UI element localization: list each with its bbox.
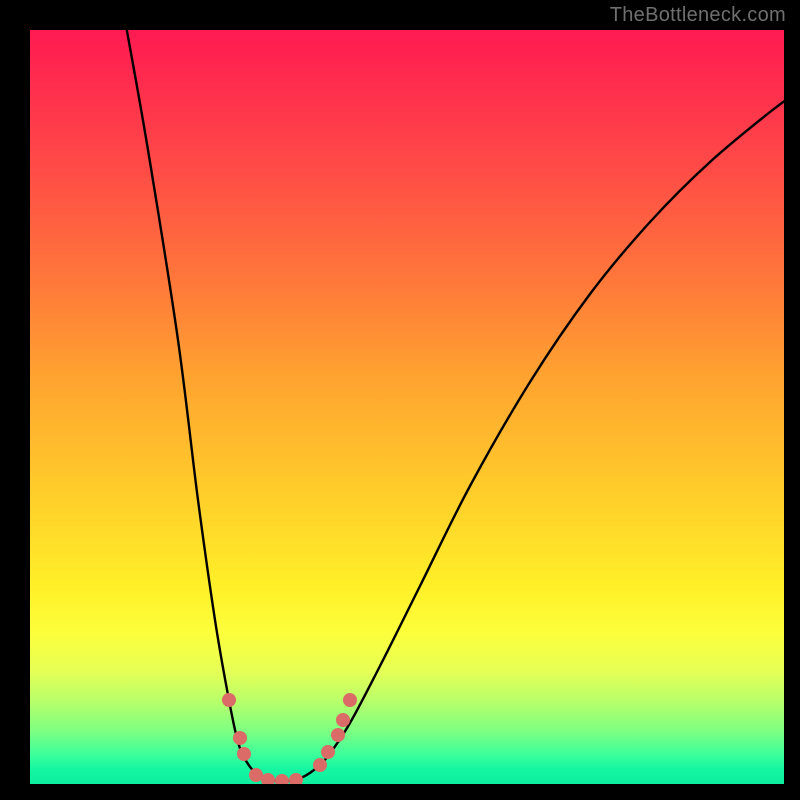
plot-area xyxy=(30,30,784,784)
scatter-dot xyxy=(237,747,251,761)
scatter-dot xyxy=(222,693,236,707)
scatter-dot xyxy=(313,758,327,772)
bottleneck-curve xyxy=(125,30,784,781)
scatter-dot xyxy=(289,773,303,784)
scatter-dot xyxy=(261,773,275,784)
scatter-dot xyxy=(321,745,335,759)
scatter-dot xyxy=(343,693,357,707)
scatter-points xyxy=(222,693,357,784)
scatter-dot xyxy=(336,713,350,727)
watermark-text: TheBottleneck.com xyxy=(610,4,786,27)
scatter-dot xyxy=(233,731,247,745)
chart-frame: TheBottleneck.com xyxy=(0,0,800,800)
scatter-dot xyxy=(331,728,345,742)
curve-layer xyxy=(30,30,784,784)
scatter-dot xyxy=(249,768,263,782)
scatter-dot xyxy=(275,774,289,784)
